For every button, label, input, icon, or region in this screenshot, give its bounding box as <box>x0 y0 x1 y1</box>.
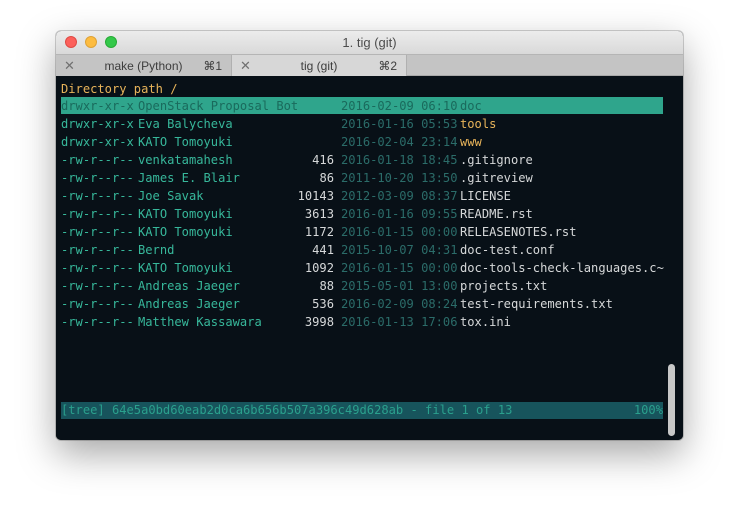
filename-cell: test-requirements.txt <box>460 297 613 311</box>
tab-make-python[interactable]: ✕ make (Python) ⌘1 <box>56 55 232 76</box>
permissions-cell: -rw-r--r-- <box>61 189 134 203</box>
directory-path-header: Directory path / <box>61 82 178 96</box>
author-cell: Joe Savak <box>138 189 204 203</box>
date-cell: 2016-02-09 06:10 <box>341 99 458 113</box>
size-cell: 88 <box>319 279 334 293</box>
tree-row[interactable]: drwxr-xr-x KATO Tomoyuki 2016-02-04 23:14 w… <box>61 133 663 151</box>
author-cell: venkatamahesh <box>138 153 233 167</box>
permissions-cell: -rw-r--r-- <box>61 225 134 239</box>
tree-row[interactable]: -rw-r--r-- Andreas Jaeger 88 2015-05-01 13:… <box>61 277 663 295</box>
permissions-cell: -rw-r--r-- <box>61 243 134 257</box>
status-text: [tree] 64e5a0bd60eab2d0ca6b656b507a396c4… <box>61 403 513 417</box>
date-cell: 2015-05-01 13:00 <box>341 279 458 293</box>
author-cell: KATO Tomoyuki <box>138 207 233 221</box>
permissions-cell: -rw-r--r-- <box>61 171 134 185</box>
window-title: 1. tig (git) <box>342 35 397 50</box>
tree-row[interactable]: -rw-r--r-- KATO Tomoyuki 1092 2016-01-15 00… <box>61 259 664 277</box>
filename-cell: tox.ini <box>460 315 511 329</box>
date-cell: 2016-01-15 00:00 <box>341 225 458 239</box>
date-cell: 2016-01-13 17:06 <box>341 315 458 329</box>
filename-cell: README.rst <box>460 207 533 221</box>
terminal-content[interactable]: Directory path / drwxr-xr-x OpenStack Pro… <box>56 76 683 440</box>
tree-row[interactable]: drwxr-xr-x OpenStack Proposal Bot 2016-02-… <box>61 97 663 115</box>
date-cell: 2016-01-18 18:45 <box>341 153 458 167</box>
title-bar[interactable]: 1. tig (git) <box>56 31 683 54</box>
size-cell: 3613 <box>304 207 334 221</box>
filename-cell: LICENSE <box>460 189 511 203</box>
size-cell: 416 <box>312 153 334 167</box>
filename-cell: doc-test.conf <box>460 243 555 257</box>
author-cell: Matthew Kassawara <box>138 315 262 329</box>
filename-cell: tools <box>460 117 497 131</box>
author-cell: Eva Balycheva <box>138 117 233 131</box>
filename-cell: doc <box>460 99 482 113</box>
tree-row[interactable]: -rw-r--r-- Bernd 441 2015-10-07 04:31 doc-te… <box>61 241 663 259</box>
date-cell: 2016-01-15 00:00 <box>341 261 458 275</box>
size-cell: 1092 <box>304 261 334 275</box>
author-cell: Andreas Jaeger <box>138 279 240 293</box>
filename-cell: RELEASENOTES.rst <box>460 225 577 239</box>
permissions-cell: -rw-r--r-- <box>61 153 134 167</box>
author-cell: James E. Blair <box>138 171 240 185</box>
author-cell: KATO Tomoyuki <box>138 225 233 239</box>
date-cell: 2016-01-16 09:55 <box>341 207 458 221</box>
filename-cell: www <box>460 135 482 149</box>
tree-row[interactable]: -rw-r--r-- Joe Savak 10143 2012-03-09 08:37… <box>61 187 663 205</box>
permissions-cell: -rw-r--r-- <box>61 297 134 311</box>
tree-row[interactable]: -rw-r--r-- KATO Tomoyuki 1172 2016-01-15 00… <box>61 223 663 241</box>
author-cell: Bernd <box>138 243 175 257</box>
permissions-cell: -rw-r--r-- <box>61 315 134 329</box>
tree-row[interactable]: -rw-r--r-- James E. Blair 86 2011-10-20 13:… <box>61 169 663 187</box>
terminal-window: 1. tig (git) ✕ make (Python) ⌘1 ✕ tig (g… <box>56 31 683 440</box>
tree-row[interactable]: -rw-r--r-- venkatamahesh 416 2016-01-18 18:… <box>61 151 663 169</box>
permissions-cell: drwxr-xr-x <box>61 117 134 131</box>
tree-row[interactable]: -rw-r--r-- KATO Tomoyuki 3613 2016-01-16 09… <box>61 205 663 223</box>
author-cell: KATO Tomoyuki <box>138 261 233 275</box>
filename-cell: projects.txt <box>460 279 548 293</box>
date-cell: 2015-10-07 04:31 <box>341 243 458 257</box>
author-cell: KATO Tomoyuki <box>138 135 233 149</box>
tab-tig-git[interactable]: ✕ tig (git) ⌘2 <box>232 55 407 76</box>
status-percent: 100% <box>633 403 663 417</box>
tree-row[interactable]: drwxr-xr-x Eva Balycheva 2016-01-16 05:53 t… <box>61 115 663 133</box>
permissions-cell: -rw-r--r-- <box>61 279 134 293</box>
size-cell: 3998 <box>304 315 334 329</box>
date-cell: 2012-03-09 08:37 <box>341 189 458 203</box>
filename-cell: doc-tools-check-languages.c~ <box>460 261 664 275</box>
filename-cell: .gitignore <box>460 153 533 167</box>
tree-row[interactable]: -rw-r--r-- Matthew Kassawara 3998 2016-01-1… <box>61 313 663 331</box>
tab-shortcut: ⌘1 <box>203 59 222 73</box>
date-cell: 2016-02-09 08:24 <box>341 297 458 311</box>
size-cell: 441 <box>312 243 334 257</box>
author-cell: Andreas Jaeger <box>138 297 240 311</box>
size-cell: 86 <box>319 171 334 185</box>
filename-cell: .gitreview <box>460 171 533 185</box>
size-cell: 10143 <box>297 189 334 203</box>
date-cell: 2011-10-20 13:50 <box>341 171 458 185</box>
status-bar: [tree] 64e5a0bd60eab2d0ca6b656b507a396c4… <box>61 402 663 419</box>
permissions-cell: -rw-r--r-- <box>61 261 134 275</box>
tab-shortcut: ⌘2 <box>378 59 397 73</box>
tab-bar: ✕ make (Python) ⌘1 ✕ tig (git) ⌘2 <box>56 54 683 76</box>
permissions-cell: -rw-r--r-- <box>61 207 134 221</box>
size-cell: 1172 <box>304 225 334 239</box>
size-cell: 536 <box>312 297 334 311</box>
tree-row[interactable]: -rw-r--r-- Andreas Jaeger 536 2016-02-09 08… <box>61 295 663 313</box>
date-cell: 2016-01-16 05:53 <box>341 117 458 131</box>
permissions-cell: drwxr-xr-x <box>61 99 134 113</box>
permissions-cell: drwxr-xr-x <box>61 135 134 149</box>
author-cell: OpenStack Proposal Bot <box>138 99 299 113</box>
date-cell: 2016-02-04 23:14 <box>341 135 458 149</box>
scrollbar-thumb[interactable] <box>668 364 675 436</box>
